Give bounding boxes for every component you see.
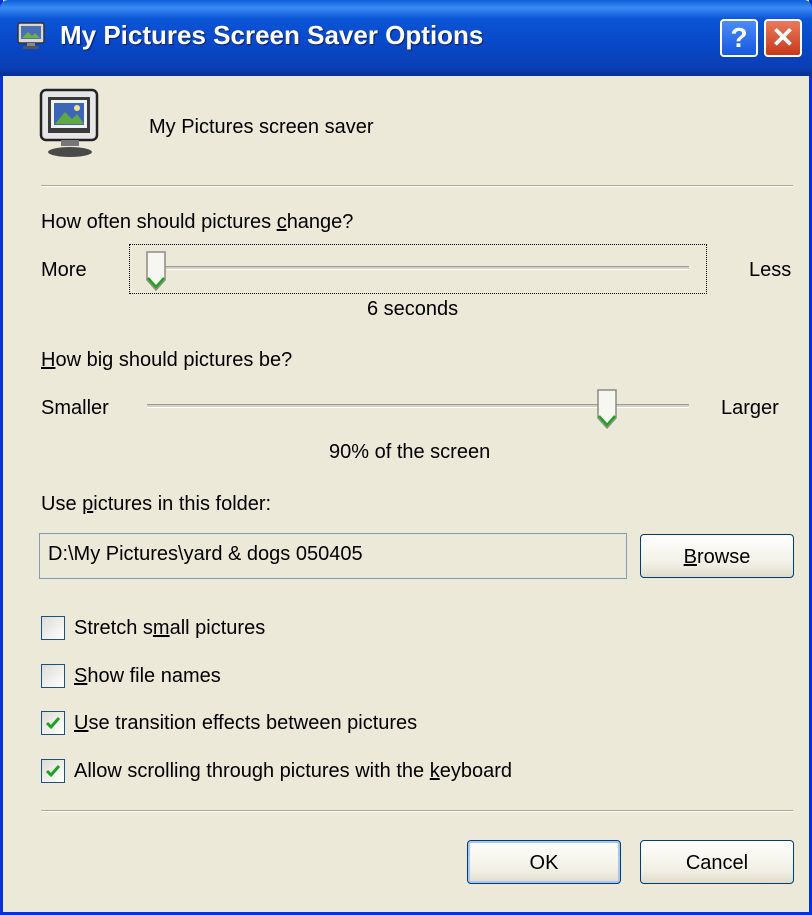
stretch-small-pictures-label[interactable]: Stretch small pictures <box>74 617 265 640</box>
monitor-icon <box>17 22 45 49</box>
smaller-label: Smaller <box>41 397 109 419</box>
change-interval-track[interactable] <box>147 266 689 270</box>
more-label: More <box>41 259 87 281</box>
less-label: Less <box>749 259 792 281</box>
transition-effects-checkbox[interactable] <box>41 711 65 735</box>
folder-label: Use pictures in this folder: <box>41 493 272 515</box>
browse-button[interactable]: Browse <box>640 534 794 578</box>
keyboard-scrolling-label[interactable]: Allow scrolling through pictures with th… <box>74 760 512 783</box>
picture-size-thumb[interactable] <box>596 388 618 430</box>
show-file-names-checkbox[interactable] <box>41 664 65 688</box>
title-bar[interactable]: My Pictures Screen Saver Options ? ✕ <box>0 0 812 76</box>
keyboard-scrolling-checkbox[interactable] <box>41 759 65 783</box>
ok-button[interactable]: OK <box>467 840 621 884</box>
transition-effects-label[interactable]: Use transition effects between pictures <box>74 712 417 735</box>
separator-bottom <box>41 810 793 812</box>
change-interval-value: 6 seconds <box>367 298 459 320</box>
window-title: My Pictures Screen Saver Options <box>60 20 484 50</box>
separator-top <box>41 185 793 187</box>
screen-saver-monitor-icon <box>39 88 99 157</box>
larger-label: Larger <box>721 397 779 419</box>
picture-size-label: How big should pictures be? <box>41 349 293 371</box>
change-interval-thumb[interactable] <box>145 250 167 292</box>
checkmark-icon <box>45 717 61 730</box>
screen-saver-description: My Pictures screen saver <box>149 116 374 138</box>
change-interval-label: How often should pictures change? <box>41 211 354 233</box>
close-button[interactable]: ✕ <box>764 19 802 57</box>
show-file-names-label[interactable]: Show file names <box>74 665 221 688</box>
stretch-small-pictures-checkbox[interactable] <box>41 616 65 640</box>
checkmark-icon <box>45 765 61 778</box>
dialog-window: My Pictures Screen Saver Options ? ✕ My … <box>0 0 812 915</box>
cancel-button[interactable]: Cancel <box>640 840 794 884</box>
picture-size-value: 90% of the screen <box>329 441 491 463</box>
folder-path-field[interactable]: D:\My Pictures\yard & dogs 050405 <box>39 533 627 579</box>
folder-path-text: D:\My Pictures\yard & dogs 050405 <box>48 543 363 565</box>
help-button[interactable]: ? <box>720 19 758 57</box>
